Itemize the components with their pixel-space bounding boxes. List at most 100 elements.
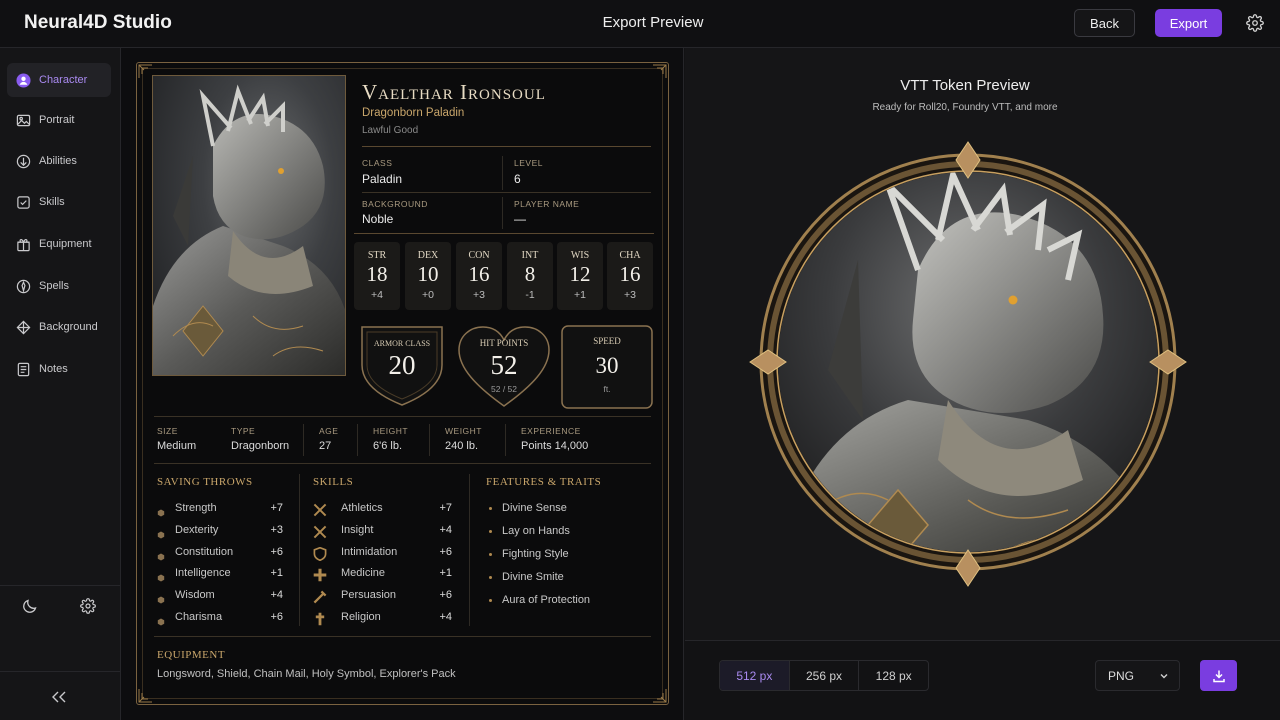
armor-class-label: ARMOR CLASS	[373, 339, 431, 348]
equipment-icon	[17, 238, 30, 251]
skill-name: Religion	[341, 611, 381, 623]
ability-str: STR 18 +4	[354, 242, 400, 310]
type-value: Dragonborn	[231, 440, 290, 452]
back-button[interactable]: Back	[1074, 9, 1135, 37]
ability-cha: CHA 16 +3	[607, 242, 653, 310]
ability-modifier: +1	[574, 289, 586, 301]
saving-throw-hex-icon	[157, 569, 165, 582]
saving-throw-value: +4	[270, 589, 283, 602]
feature-item: Fighting Style	[502, 548, 569, 560]
divider	[502, 156, 503, 190]
insight-crossed-swords-icon	[313, 525, 327, 539]
medicine-cross-icon	[313, 568, 327, 582]
ability-modifier: +4	[371, 289, 383, 301]
character-race-class: Dragonborn Paladin	[362, 107, 465, 119]
download-button[interactable]	[1200, 660, 1237, 691]
skill-value: +6	[439, 589, 452, 602]
ability-modifier: +0	[422, 289, 434, 301]
sidebar-item-spells[interactable]: Spells	[7, 269, 111, 303]
settings-gear-icon[interactable]	[1246, 14, 1264, 32]
ability-modifier: +3	[624, 289, 636, 301]
hit-points-value: 52	[490, 350, 518, 380]
saving-throw-hex-icon	[157, 504, 165, 517]
ability-abbr: WIS	[570, 250, 590, 261]
experience-label: EXPERIENCE	[521, 426, 581, 436]
sidebar-item-notes[interactable]: Notes	[7, 352, 111, 386]
divider	[362, 192, 651, 193]
equipment-title: EQUIPMENT	[157, 649, 226, 661]
size-option-128[interactable]: 128 px	[859, 661, 928, 690]
ability-abbr: INT	[521, 250, 539, 261]
sidebar-item-skills[interactable]: Skills	[7, 185, 111, 219]
saving-throw-hex-icon	[157, 591, 165, 604]
ability-abbr: CHA	[619, 250, 641, 261]
chevron-down-icon	[1160, 674, 1168, 679]
ability-modifier: +3	[473, 289, 485, 301]
feature-bullet	[489, 507, 492, 510]
sidebar-item-label: Equipment	[39, 238, 92, 250]
size-value: Medium	[157, 440, 197, 452]
saving-throw-value: +6	[270, 545, 283, 558]
ornament-corner-icon	[653, 64, 667, 78]
sidebar-item-portrait[interactable]: Portrait	[7, 103, 111, 137]
notes-icon	[17, 362, 30, 376]
skill-value: +6	[439, 545, 452, 558]
spells-icon	[16, 279, 31, 293]
persuasion-quill-icon	[313, 590, 327, 604]
character-portrait	[152, 75, 346, 376]
level-value: 6	[514, 172, 521, 186]
size-label: SIZE	[157, 426, 178, 436]
saving-throw-value: +1	[270, 567, 283, 580]
saving-throw-name: Strength	[175, 502, 217, 514]
sidebar-item-label: Character	[39, 74, 88, 86]
sidebar-item-equipment[interactable]: Equipment	[7, 227, 111, 261]
size-option-512[interactable]: 512 px	[720, 661, 790, 690]
skill-value: +1	[439, 567, 452, 580]
sidebar-item-character[interactable]: Character	[7, 63, 111, 97]
saving-throw-value: +3	[270, 523, 283, 536]
sidebar-settings-gear-icon[interactable]	[80, 598, 96, 614]
saving-throw-name: Intelligence	[175, 567, 231, 580]
hit-points-max: 52 / 52	[491, 384, 517, 394]
level-label: LEVEL	[514, 158, 543, 168]
feature-item: Divine Smite	[502, 571, 564, 583]
skills-icon	[17, 195, 30, 209]
age-value: 27	[319, 440, 332, 452]
export-button[interactable]: Export	[1155, 9, 1222, 37]
ability-int: INT 8 -1	[507, 242, 553, 310]
collapse-sidebar-icon[interactable]	[50, 690, 68, 704]
ability-con: CON 16 +3	[456, 242, 502, 310]
divider	[354, 233, 654, 234]
intimidation-shield-icon	[313, 546, 327, 561]
sidebar-item-abilities[interactable]: Abilities	[7, 144, 111, 178]
type-label: TYPE	[231, 426, 256, 436]
height-label: HEIGHT	[373, 426, 409, 436]
skill-name: Persuasion	[341, 589, 397, 602]
divider	[154, 636, 651, 637]
size-option-256[interactable]: 256 px	[790, 661, 860, 690]
background-label: BACKGROUND	[362, 199, 428, 209]
sidebar-item-background[interactable]: Background	[7, 310, 111, 344]
portrait-icon	[16, 114, 31, 126]
saving-throw-name: Charisma	[175, 611, 223, 623]
divider	[429, 424, 430, 456]
ability-dex: DEX 10 +0	[405, 242, 451, 310]
background-value: Noble	[362, 212, 394, 226]
divider	[505, 424, 506, 456]
abilities-icon	[16, 154, 31, 168]
player-name-value: —	[514, 212, 526, 226]
sidebar-item-label: Portrait	[39, 114, 75, 126]
saving-throw-value: +7	[270, 502, 283, 514]
speed-value: 30	[595, 353, 619, 378]
player-name-label: PLAYER NAME	[514, 199, 580, 209]
feature-item: Divine Sense	[502, 502, 567, 514]
dark-mode-moon-icon[interactable]	[22, 598, 38, 614]
format-select[interactable]: PNG	[1095, 660, 1180, 691]
ability-wis: WIS 12 +1	[557, 242, 603, 310]
saving-throw-hex-icon	[157, 548, 165, 561]
skill-name: Insight	[341, 523, 374, 536]
character-name: Vaelthar Ironsoul	[362, 80, 546, 104]
ability-modifier: -1	[525, 289, 535, 301]
ability-score: 12	[569, 262, 591, 286]
skills-title: SKILLS	[313, 476, 354, 488]
